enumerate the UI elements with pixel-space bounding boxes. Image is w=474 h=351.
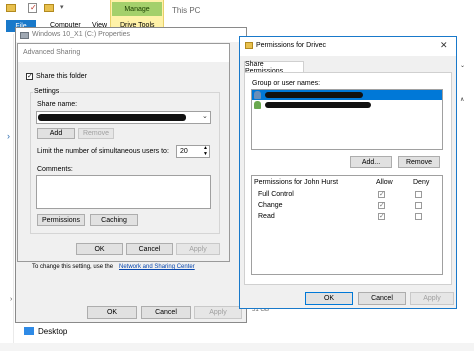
- read-allow-checkbox[interactable]: [378, 212, 385, 221]
- limit-users-spinner[interactable]: 20 ▲ ▼: [176, 145, 210, 158]
- desktop-icon: [24, 327, 34, 335]
- properties-icon[interactable]: ✓: [28, 3, 37, 13]
- window-controls-fragment-2[interactable]: ∧: [460, 96, 464, 103]
- permissions-remove-button[interactable]: Remove: [398, 156, 440, 168]
- manage-label: Manage: [112, 2, 162, 16]
- permissions-for-label: Permissions for John Hurst: [254, 179, 339, 186]
- customize-toolbar-icon[interactable]: ▾: [60, 3, 64, 11]
- share-name-redacted: [38, 114, 186, 121]
- user-icon: [254, 91, 261, 99]
- navigation-pane: [0, 34, 14, 351]
- properties-ok-button[interactable]: OK: [87, 306, 137, 319]
- group-user-names-label: Group or user names:: [252, 80, 321, 87]
- caching-button[interactable]: Caching: [90, 214, 138, 226]
- share-add-button[interactable]: Add: [37, 128, 75, 139]
- bottom-strip: [0, 343, 474, 351]
- permissions-button[interactable]: Permissions: [37, 214, 85, 226]
- explorer-window-title: This PC: [172, 6, 201, 15]
- permissions-title: Permissions for Drivec: [256, 42, 327, 49]
- advanced-sharing-title: Advanced Sharing: [23, 49, 81, 56]
- permissions-cancel-button[interactable]: Cancel: [358, 292, 406, 305]
- properties-apply-button: Apply: [194, 306, 242, 319]
- permission-change: Change: [258, 202, 283, 209]
- limit-users-label: Limit the number of simultaneous users t…: [37, 148, 169, 155]
- nav-item-desktop[interactable]: Desktop: [38, 327, 67, 336]
- comments-label: Comments:: [37, 166, 73, 173]
- user-name-redacted: [265, 92, 363, 98]
- share-remove-button: Remove: [78, 128, 114, 139]
- share-name-label: Share name:: [37, 101, 78, 108]
- settings-label: Settings: [33, 88, 61, 95]
- window-controls-fragment[interactable]: ⌄: [460, 62, 465, 69]
- share-name-dropdown-icon[interactable]: ⌄: [202, 112, 208, 120]
- change-allow-checkbox[interactable]: [378, 201, 385, 210]
- permissions-apply-button: Apply: [410, 292, 454, 305]
- advanced-cancel-button[interactable]: Cancel: [126, 243, 173, 255]
- properties-cancel-button[interactable]: Cancel: [141, 306, 191, 319]
- drive-icon: [20, 32, 29, 39]
- network-sharing-center-link[interactable]: Network and Sharing Center: [119, 264, 195, 270]
- properties-title: Windows 10_X1 (C:) Properties: [32, 31, 131, 38]
- explorer-title-bar: [0, 0, 474, 20]
- comments-textarea[interactable]: [36, 175, 211, 209]
- expand-arrow-icon[interactable]: ›: [7, 131, 10, 141]
- read-deny-checkbox[interactable]: [415, 213, 422, 220]
- nav-arrow-icon[interactable]: ›: [10, 296, 12, 303]
- user-name-redacted-2: [265, 102, 371, 108]
- share-this-folder-label: Share this folder: [36, 73, 87, 80]
- change-deny-checkbox[interactable]: [415, 202, 422, 209]
- spinner-down-icon[interactable]: ▼: [203, 151, 208, 157]
- permissions-folder-icon: [245, 42, 253, 49]
- new-folder-icon[interactable]: [44, 4, 54, 12]
- permission-read: Read: [258, 213, 275, 220]
- folder-icon: [6, 4, 16, 12]
- permissions-list: [251, 175, 443, 275]
- full-control-allow-checkbox[interactable]: [378, 190, 385, 199]
- advanced-ok-button[interactable]: OK: [76, 243, 123, 255]
- user-group-icon: [254, 101, 261, 109]
- advanced-apply-button: Apply: [176, 243, 220, 255]
- limit-users-value: 20: [180, 148, 188, 155]
- share-this-folder-checkbox[interactable]: [26, 72, 33, 81]
- permissions-ok-button[interactable]: OK: [305, 292, 353, 305]
- permissions-add-button[interactable]: Add...: [350, 156, 392, 168]
- permissions-close-button[interactable]: ✕: [440, 40, 448, 51]
- permission-full-control: Full Control: [258, 191, 294, 198]
- full-control-deny-checkbox[interactable]: [415, 191, 422, 198]
- deny-header: Deny: [413, 179, 430, 186]
- properties-info-text: To change this setting, use the: [32, 264, 114, 270]
- allow-header: Allow: [376, 179, 393, 186]
